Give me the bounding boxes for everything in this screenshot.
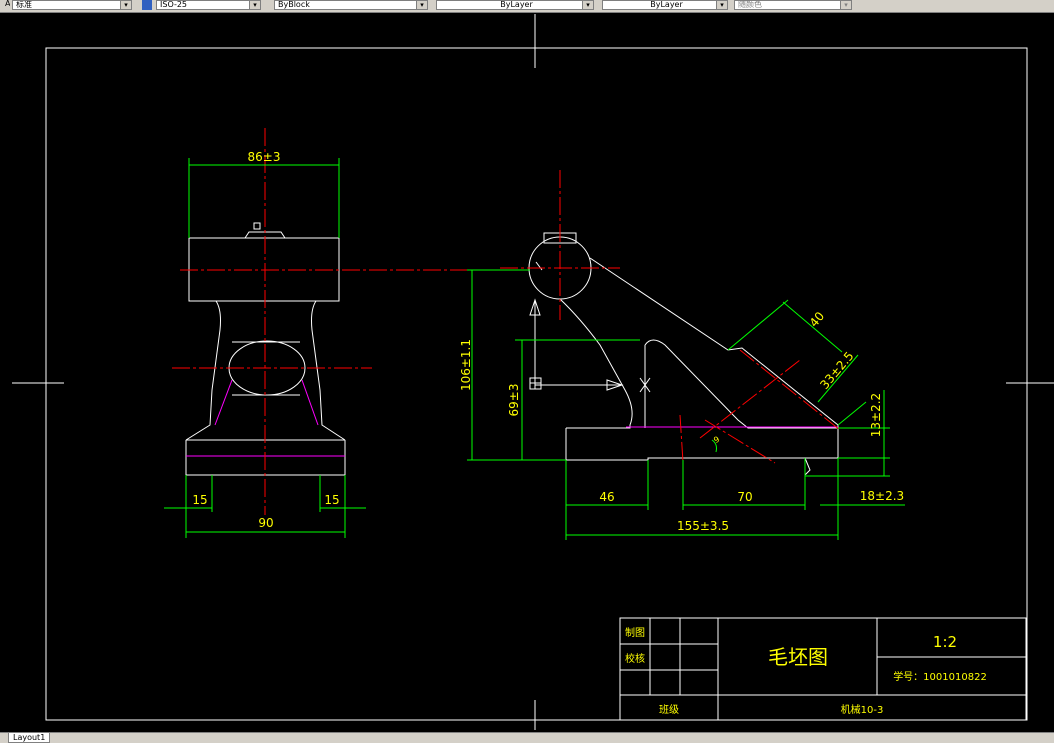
dim-13: 13±2.2 — [869, 393, 883, 437]
linetype-value: ByLayer — [500, 0, 533, 9]
title-block-checked-by: 校核 — [625, 652, 645, 665]
layout-tabs: Layout1 — [0, 732, 1054, 743]
dim-46: 46 — [599, 490, 614, 504]
text-style-value: 标准 — [16, 0, 32, 9]
dim-9: 9 — [712, 435, 721, 445]
side-view-dimensions — [467, 269, 905, 540]
plotstyle-select[interactable]: 随颜色 ▾ — [734, 0, 852, 10]
dim-style-value: ISO-25 — [160, 0, 188, 9]
dim-69: 69±3 — [507, 384, 521, 417]
title-block — [619, 617, 1027, 721]
chevron-down-icon[interactable]: ▾ — [416, 1, 427, 9]
dim-40: 40 — [807, 309, 828, 330]
text-style-select[interactable]: 标准 ▾ — [12, 0, 132, 10]
dim-18: 18±2.3 — [860, 489, 904, 503]
side-view-centerlines — [500, 170, 841, 464]
dim-15-right: 15 — [324, 493, 339, 507]
dim-33: 33±2.5 — [817, 349, 856, 392]
chevron-down-icon[interactable]: ▾ — [840, 1, 851, 9]
dim-86: 86±3 — [248, 150, 281, 164]
title-block-student-id: 学号：1001010822 — [893, 670, 987, 683]
plotstyle-value: 随颜色 — [738, 0, 762, 9]
front-view-centerlines — [172, 128, 475, 515]
chevron-down-icon[interactable]: ▾ — [120, 1, 131, 9]
drawing-viewport[interactable]: 86±3 15 15 90 106±1.1 69±3 46 70 155±3.5… — [0, 12, 1054, 732]
cad-drawing[interactable]: 86±3 15 15 90 106±1.1 69±3 46 70 155±3.5… — [0, 12, 1054, 732]
dim-90: 90 — [258, 516, 273, 530]
title-block-title: 毛坯图 — [768, 645, 828, 669]
chevron-down-icon[interactable]: ▾ — [582, 1, 593, 9]
side-view — [528, 232, 839, 476]
crosshair-cursor — [12, 14, 1054, 730]
linetype-select[interactable]: ByLayer ▾ — [436, 0, 594, 10]
color-select[interactable]: ByBlock ▾ — [274, 0, 428, 10]
title-block-class-label: 班级 — [659, 704, 679, 716]
dim-70: 70 — [737, 490, 752, 504]
dim-106: 106±1.1 — [459, 339, 473, 391]
lineweight-value: ByLayer — [650, 0, 683, 9]
dim-style-icon — [142, 0, 152, 10]
dim-155: 155±3.5 — [677, 519, 729, 533]
chevron-down-icon[interactable]: ▾ — [716, 1, 727, 9]
ucs-icon — [529, 298, 651, 393]
color-value: ByBlock — [278, 0, 310, 9]
title-block-class: 机械10-3 — [841, 703, 884, 716]
text-style-icon: A — [2, 0, 10, 10]
dim-15-left: 15 — [192, 493, 207, 507]
drawing-frame — [45, 47, 1028, 721]
chevron-down-icon[interactable]: ▾ — [249, 1, 260, 9]
dim-style-select[interactable]: ISO-25 ▾ — [156, 0, 261, 10]
title-block-drawn-by: 制图 — [625, 626, 645, 639]
title-block-scale: 1:2 — [933, 633, 957, 651]
lineweight-select[interactable]: ByLayer ▾ — [602, 0, 728, 10]
